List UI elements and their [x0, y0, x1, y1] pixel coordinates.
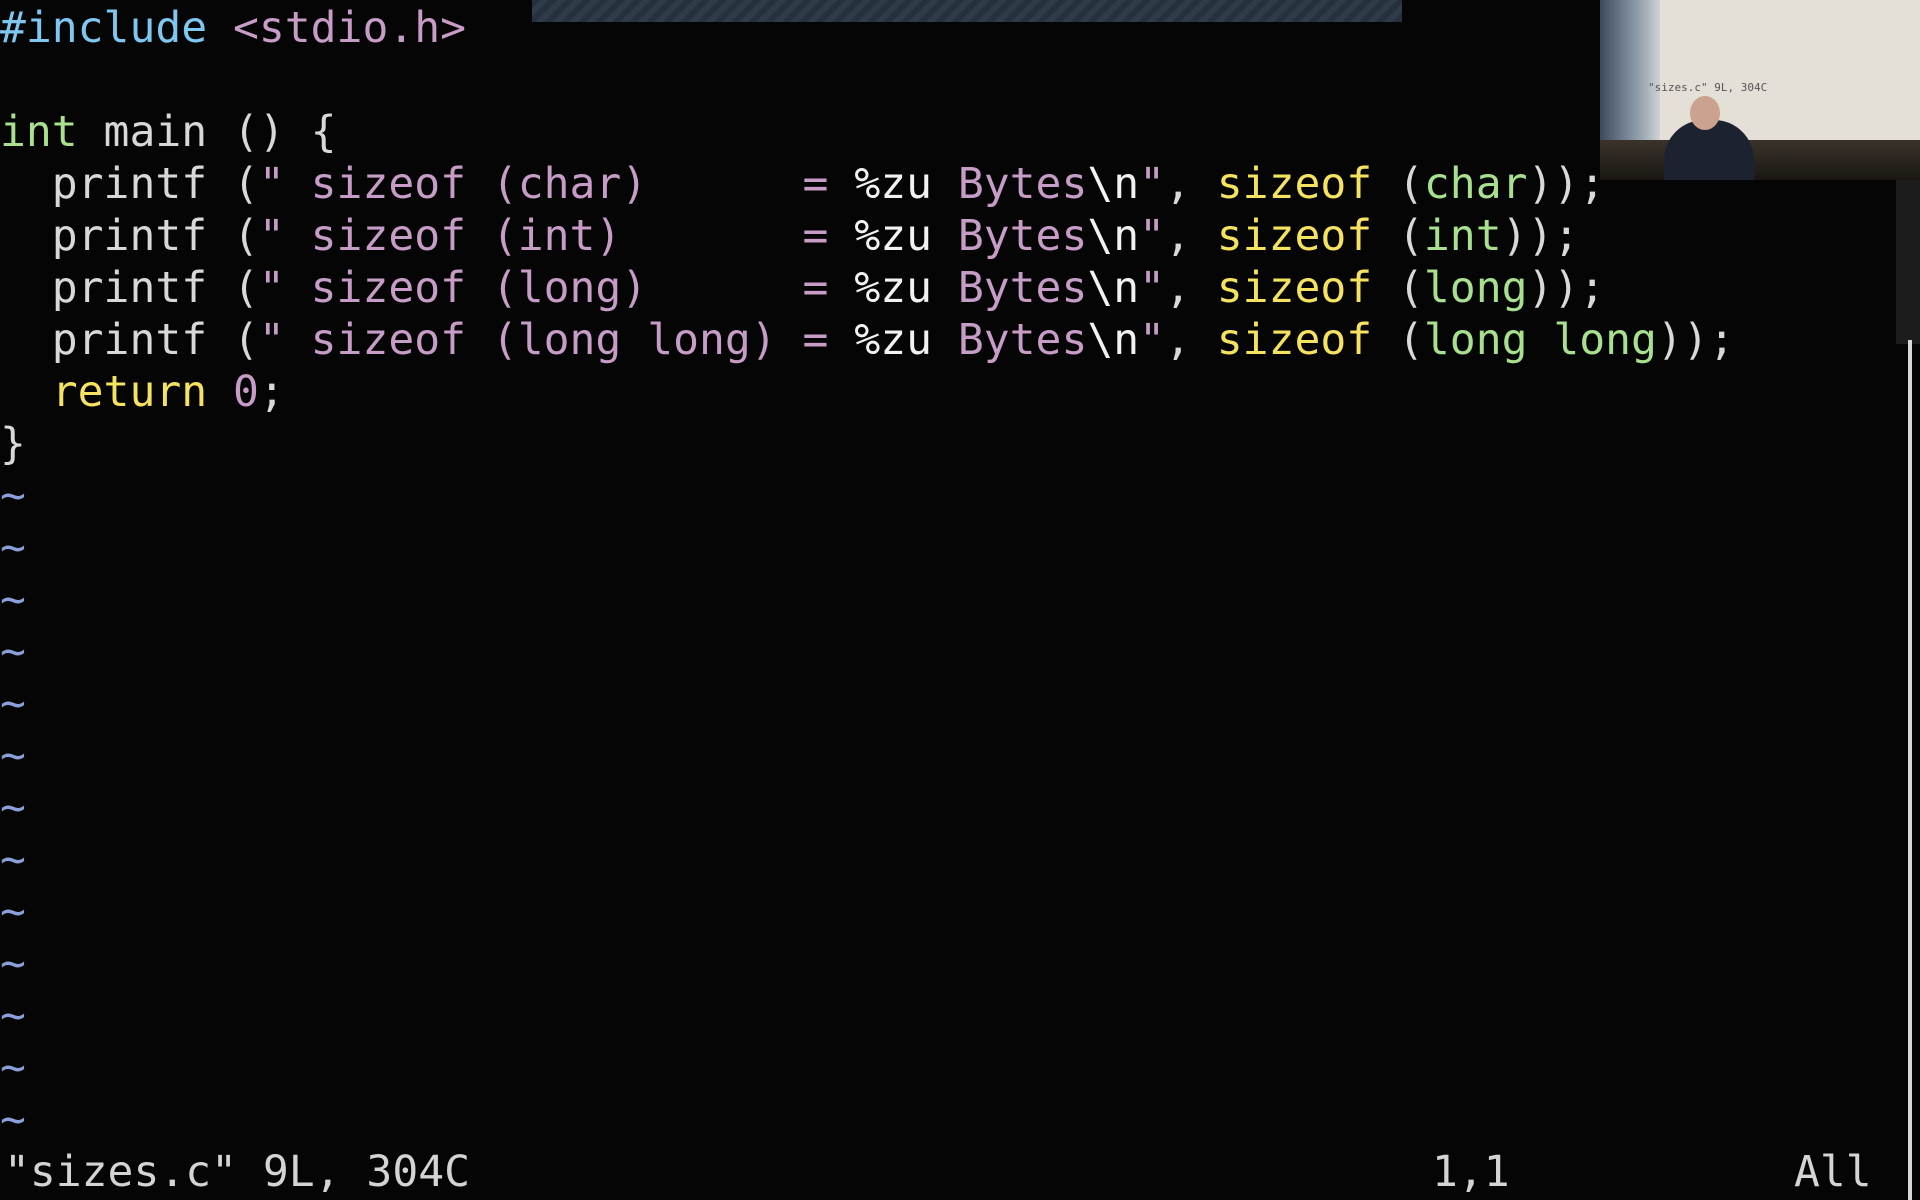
code-token: "	[1139, 315, 1166, 365]
code-line[interactable]: int main () {	[0, 106, 337, 158]
code-token: ));	[1527, 159, 1606, 209]
code-line[interactable]: printf (" sizeof (int) = %zu Bytes\n", s…	[0, 210, 1580, 262]
scroll-position: All	[1794, 1147, 1872, 1197]
code-token: ));	[1527, 263, 1606, 313]
code-token: int	[1423, 211, 1502, 261]
code-token: 0	[233, 367, 259, 417]
code-token: int	[0, 107, 78, 157]
empty-line-tilde: ~	[0, 1095, 26, 1145]
empty-line-tilde: ~	[0, 627, 26, 677]
empty-line-tilde: ~	[0, 835, 26, 885]
empty-line-tilde: ~	[0, 731, 26, 781]
code-token: }	[0, 419, 26, 469]
code-token: \n	[1087, 159, 1140, 209]
code-token: sizeof	[1216, 159, 1373, 209]
code-token: main () {	[77, 107, 337, 157]
code-token: %zu	[854, 263, 932, 313]
screen-share-indicator-bar	[532, 0, 1402, 22]
presenter-webcam-overlay: "sizes.c" 9L, 304C	[1600, 0, 1920, 180]
code-token: %zu	[854, 211, 932, 261]
code-token: ,	[1165, 211, 1217, 261]
code-token: Bytes	[932, 159, 1088, 209]
code-token: \n	[1087, 315, 1140, 365]
code-token: (	[1372, 263, 1424, 313]
code-line[interactable]: #include <stdio.h>	[0, 2, 466, 54]
scrollbar-track[interactable]	[1908, 340, 1912, 1200]
code-token: Bytes	[932, 263, 1088, 313]
code-token: " sizeof (long) =	[258, 263, 855, 313]
code-token: \n	[1087, 263, 1140, 313]
code-token: ,	[1165, 315, 1217, 365]
empty-line-tilde: ~	[0, 939, 26, 989]
empty-line-tilde: ~	[0, 991, 26, 1041]
code-token: #include	[0, 3, 208, 53]
code-token: (	[1372, 315, 1424, 365]
code-token: ;	[258, 367, 285, 417]
empty-line-tilde: ~	[0, 575, 26, 625]
code-token: ));	[1501, 211, 1580, 261]
code-token: ,	[1165, 263, 1217, 313]
code-token: long long	[1423, 315, 1657, 365]
empty-line-tilde: ~	[0, 783, 26, 833]
code-token: "	[1139, 263, 1166, 313]
code-token: ));	[1656, 315, 1735, 365]
code-line[interactable]: printf (" sizeof (char) = %zu Bytes\n", …	[0, 158, 1605, 210]
code-line[interactable]: }	[0, 418, 26, 470]
code-line[interactable]: return 0;	[0, 366, 285, 418]
code-token: printf (	[0, 263, 259, 313]
floor	[1600, 140, 1920, 180]
code-token: " sizeof (char) =	[258, 159, 855, 209]
code-token: <stdio.h>	[233, 3, 466, 53]
code-token: "	[1139, 211, 1166, 261]
code-token: %zu	[854, 315, 932, 365]
code-token: (	[1372, 211, 1424, 261]
code-token: " sizeof (long long) =	[258, 315, 855, 365]
code-token: (	[1372, 159, 1424, 209]
projected-screen-text: "sizes.c" 9L, 304C	[1648, 81, 1768, 94]
code-token: printf (	[0, 211, 259, 261]
code-token: " sizeof (int) =	[258, 211, 855, 261]
cursor-position: 1,1	[1432, 1147, 1510, 1197]
code-token: \n	[1087, 211, 1140, 261]
code-token: "	[1139, 159, 1166, 209]
empty-line-tilde: ~	[0, 471, 26, 521]
presenter-head	[1690, 96, 1720, 130]
empty-line-tilde: ~	[0, 1043, 26, 1093]
code-token: ,	[1165, 159, 1217, 209]
code-token: sizeof	[1216, 211, 1373, 261]
code-token: return	[51, 367, 208, 417]
code-token: long	[1423, 263, 1528, 313]
status-message: "sizes.c" 9L, 304C	[4, 1147, 470, 1197]
scrollbar-thumb[interactable]	[1896, 180, 1920, 344]
code-token: printf (	[0, 315, 259, 365]
empty-line-tilde: ~	[0, 679, 26, 729]
empty-line-tilde: ~	[0, 523, 26, 573]
code-token: Bytes	[932, 315, 1088, 365]
code-token: sizeof	[1216, 263, 1373, 313]
code-token: Bytes	[932, 211, 1088, 261]
projected-screen	[1642, 0, 1920, 140]
code-token: %zu	[854, 159, 932, 209]
terminal-window[interactable]: #include <stdio.h> int main () { printf (…	[0, 0, 1920, 1200]
code-line[interactable]: printf (" sizeof (long long) = %zu Bytes…	[0, 314, 1735, 366]
code-token: char	[1423, 159, 1528, 209]
empty-line-tilde: ~	[0, 887, 26, 937]
code-token: sizeof	[1216, 315, 1373, 365]
code-token: printf (	[0, 159, 259, 209]
code-line[interactable]: printf (" sizeof (long) = %zu Bytes\n", …	[0, 262, 1605, 314]
